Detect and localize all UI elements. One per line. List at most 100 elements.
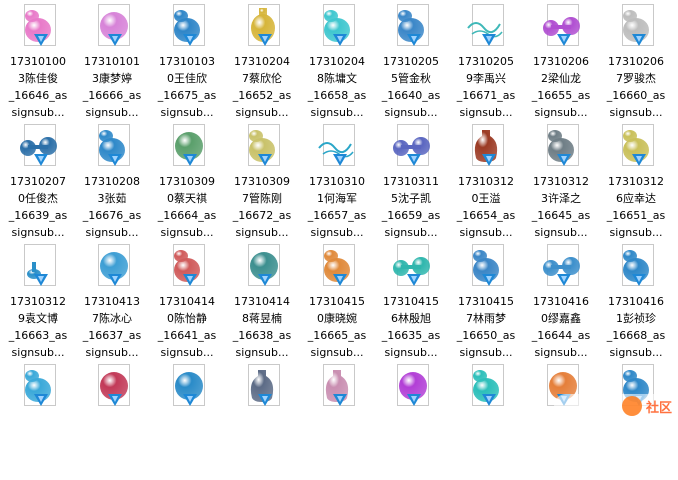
file-item[interactable] <box>149 360 225 480</box>
shortcut-arrow-icon <box>258 394 272 406</box>
file-name-line1: 17310310 <box>299 174 375 189</box>
file-item[interactable]: 173104161彭祯珍_16668_assignsub... <box>598 240 674 360</box>
file-name-line3: _16668_as <box>598 328 674 343</box>
file-item[interactable]: 173103120王溢_16654_assignsub... <box>448 120 524 240</box>
file-name-line2: 6应幸达 <box>598 191 674 206</box>
file-name-line2: 0陈怡静 <box>149 311 225 326</box>
file-item[interactable]: 173103115沈子凯_16659_assignsub... <box>373 120 449 240</box>
file-name-line2: 7林雨梦 <box>448 311 524 326</box>
file-thumbnail <box>313 244 361 292</box>
file-thumbnail <box>14 124 62 172</box>
file-item[interactable]: 173102048陈墉文_16658_assignsub... <box>299 0 375 120</box>
file-name-line1: 17310103 <box>149 54 225 69</box>
file-name-line2: 3康梦婷 <box>74 71 150 86</box>
file-item[interactable]: 17310312 6应幸达 _16651_as signsub... <box>598 120 674 240</box>
file-name-line4: signsub... <box>523 105 599 120</box>
file-name-line2: 0王佳欣 <box>149 71 225 86</box>
file-name-line2: 3张茹 <box>74 191 150 206</box>
file-item[interactable]: 173102070任俊杰_16639_assignsub... <box>0 120 76 240</box>
file-thumbnail <box>88 124 136 172</box>
file-name-line1: 17310311 <box>373 174 449 189</box>
file-item[interactable]: 173103101何海军_16657_assignsub... <box>299 120 375 240</box>
file-thumbnail <box>163 364 211 412</box>
file-item[interactable]: 173104137陈冰心_16637_assignsub... <box>74 240 150 360</box>
file-item[interactable]: 173104150康晓婉_16665_assignsub... <box>299 240 375 360</box>
file-thumbnail <box>387 4 435 52</box>
file-thumbnail <box>14 244 62 292</box>
file-name-line4: signsub... <box>299 105 375 120</box>
file-item[interactable]: 173102047蔡欣伦_16652_assignsub... <box>224 0 300 120</box>
file-name-line2: 7管陈刚 <box>224 191 300 206</box>
file-name-line1: 17310415 <box>299 294 375 309</box>
file-item[interactable]: 173104160缪嘉鑫_16644_assignsub... <box>523 240 599 360</box>
file-name-line3: _16652_as <box>224 88 300 103</box>
file-name-line4: signsub... <box>373 105 449 120</box>
file-name-line1: 17310312 <box>448 174 524 189</box>
shortcut-arrow-icon <box>333 154 347 166</box>
file-name-line2: 0任俊杰 <box>0 191 76 206</box>
shortcut-arrow-icon <box>482 154 496 166</box>
shortcut-arrow-icon <box>34 34 48 46</box>
file-item[interactable]: 173101013康梦婷_16666_assignsub... <box>74 0 150 120</box>
file-item[interactable]: 173102062梁仙龙_16655_assignsub... <box>523 0 599 120</box>
file-name-line3: _16659_as <box>373 208 449 223</box>
file-item[interactable]: 173104156林殷旭_16635_assignsub... <box>373 240 449 360</box>
file-name-line3: _16640_as <box>373 88 449 103</box>
file-name-line3: _16646_as <box>0 88 76 103</box>
file-name-line4: signsub... <box>598 225 674 240</box>
file-name-line2: 3陈佳俊 <box>0 71 76 86</box>
file-item[interactable] <box>74 360 150 480</box>
shortcut-arrow-icon <box>482 274 496 286</box>
file-name-line2: 5沈子凯 <box>373 191 449 206</box>
file-item[interactable]: 173103097管陈刚_16672_assignsub... <box>224 120 300 240</box>
file-item[interactable]: 173104148蒋昱楠_16638_assignsub... <box>224 240 300 360</box>
file-thumbnail <box>612 244 660 292</box>
file-item[interactable]: 173103129袁文博_16663_assignsub... <box>0 240 76 360</box>
file-name-line1: 17310309 <box>149 174 225 189</box>
shortcut-arrow-icon <box>34 154 48 166</box>
file-name-line2: 7蔡欣伦 <box>224 71 300 86</box>
file-thumbnail <box>462 4 510 52</box>
file-item[interactable] <box>0 360 76 480</box>
file-item[interactable]: 173102059李禹兴_16671_assignsub... <box>448 0 524 120</box>
file-name-line2: 9袁文博 <box>0 311 76 326</box>
file-thumbnail <box>462 124 510 172</box>
file-name-line3: _16654_as <box>448 208 524 223</box>
file-name-line4: signsub... <box>149 345 225 360</box>
file-item[interactable]: 173101003陈佳俊_16646_assignsub... <box>0 0 76 120</box>
file-item[interactable]: 173102083张茹_16676_assignsub... <box>74 120 150 240</box>
file-item[interactable]: 173103090蔡天祺_16664_assignsub... <box>149 120 225 240</box>
file-name-line4: signsub... <box>224 225 300 240</box>
file-item[interactable]: 173102067罗骏杰_16660_assignsub... <box>598 0 674 120</box>
file-item[interactable] <box>598 360 674 480</box>
shortcut-arrow-icon <box>108 34 122 46</box>
file-thumbnail <box>612 4 660 52</box>
watermark-text: 社区 <box>646 397 672 416</box>
file-item[interactable] <box>373 360 449 480</box>
file-item[interactable]: 173104140陈怡静_16641_assignsub... <box>149 240 225 360</box>
file-item[interactable] <box>448 360 524 480</box>
file-item[interactable] <box>224 360 300 480</box>
file-item[interactable] <box>299 360 375 480</box>
file-item[interactable] <box>523 360 599 480</box>
file-item[interactable]: 173101030王佳欣_16675_assignsub... <box>149 0 225 120</box>
shortcut-arrow-icon <box>34 394 48 406</box>
file-name-line3: _16658_as <box>299 88 375 103</box>
file-name-line4: signsub... <box>149 105 225 120</box>
file-name-line2: 8陈墉文 <box>299 71 375 86</box>
file-thumbnail <box>163 124 211 172</box>
file-item[interactable]: 173103123许泽之_16645_assignsub... <box>523 120 599 240</box>
file-name-line3: _16671_as <box>448 88 524 103</box>
file-name-line2: 0缪嘉鑫 <box>523 311 599 326</box>
file-thumbnail <box>387 244 435 292</box>
file-name-line3: _16651_as <box>598 208 674 223</box>
file-name-line4: signsub... <box>523 345 599 360</box>
file-item[interactable]: 173102055管金秋_16640_assignsub... <box>373 0 449 120</box>
shortcut-arrow-icon <box>108 394 122 406</box>
file-item[interactable]: 173104157林雨梦_16650_assignsub... <box>448 240 524 360</box>
file-name-line4: signsub... <box>74 225 150 240</box>
file-name-line1: 17310204 <box>224 54 300 69</box>
file-name-line3: _16645_as <box>523 208 599 223</box>
file-name-line1: 17310312 <box>598 174 674 189</box>
file-thumbnail <box>238 124 286 172</box>
